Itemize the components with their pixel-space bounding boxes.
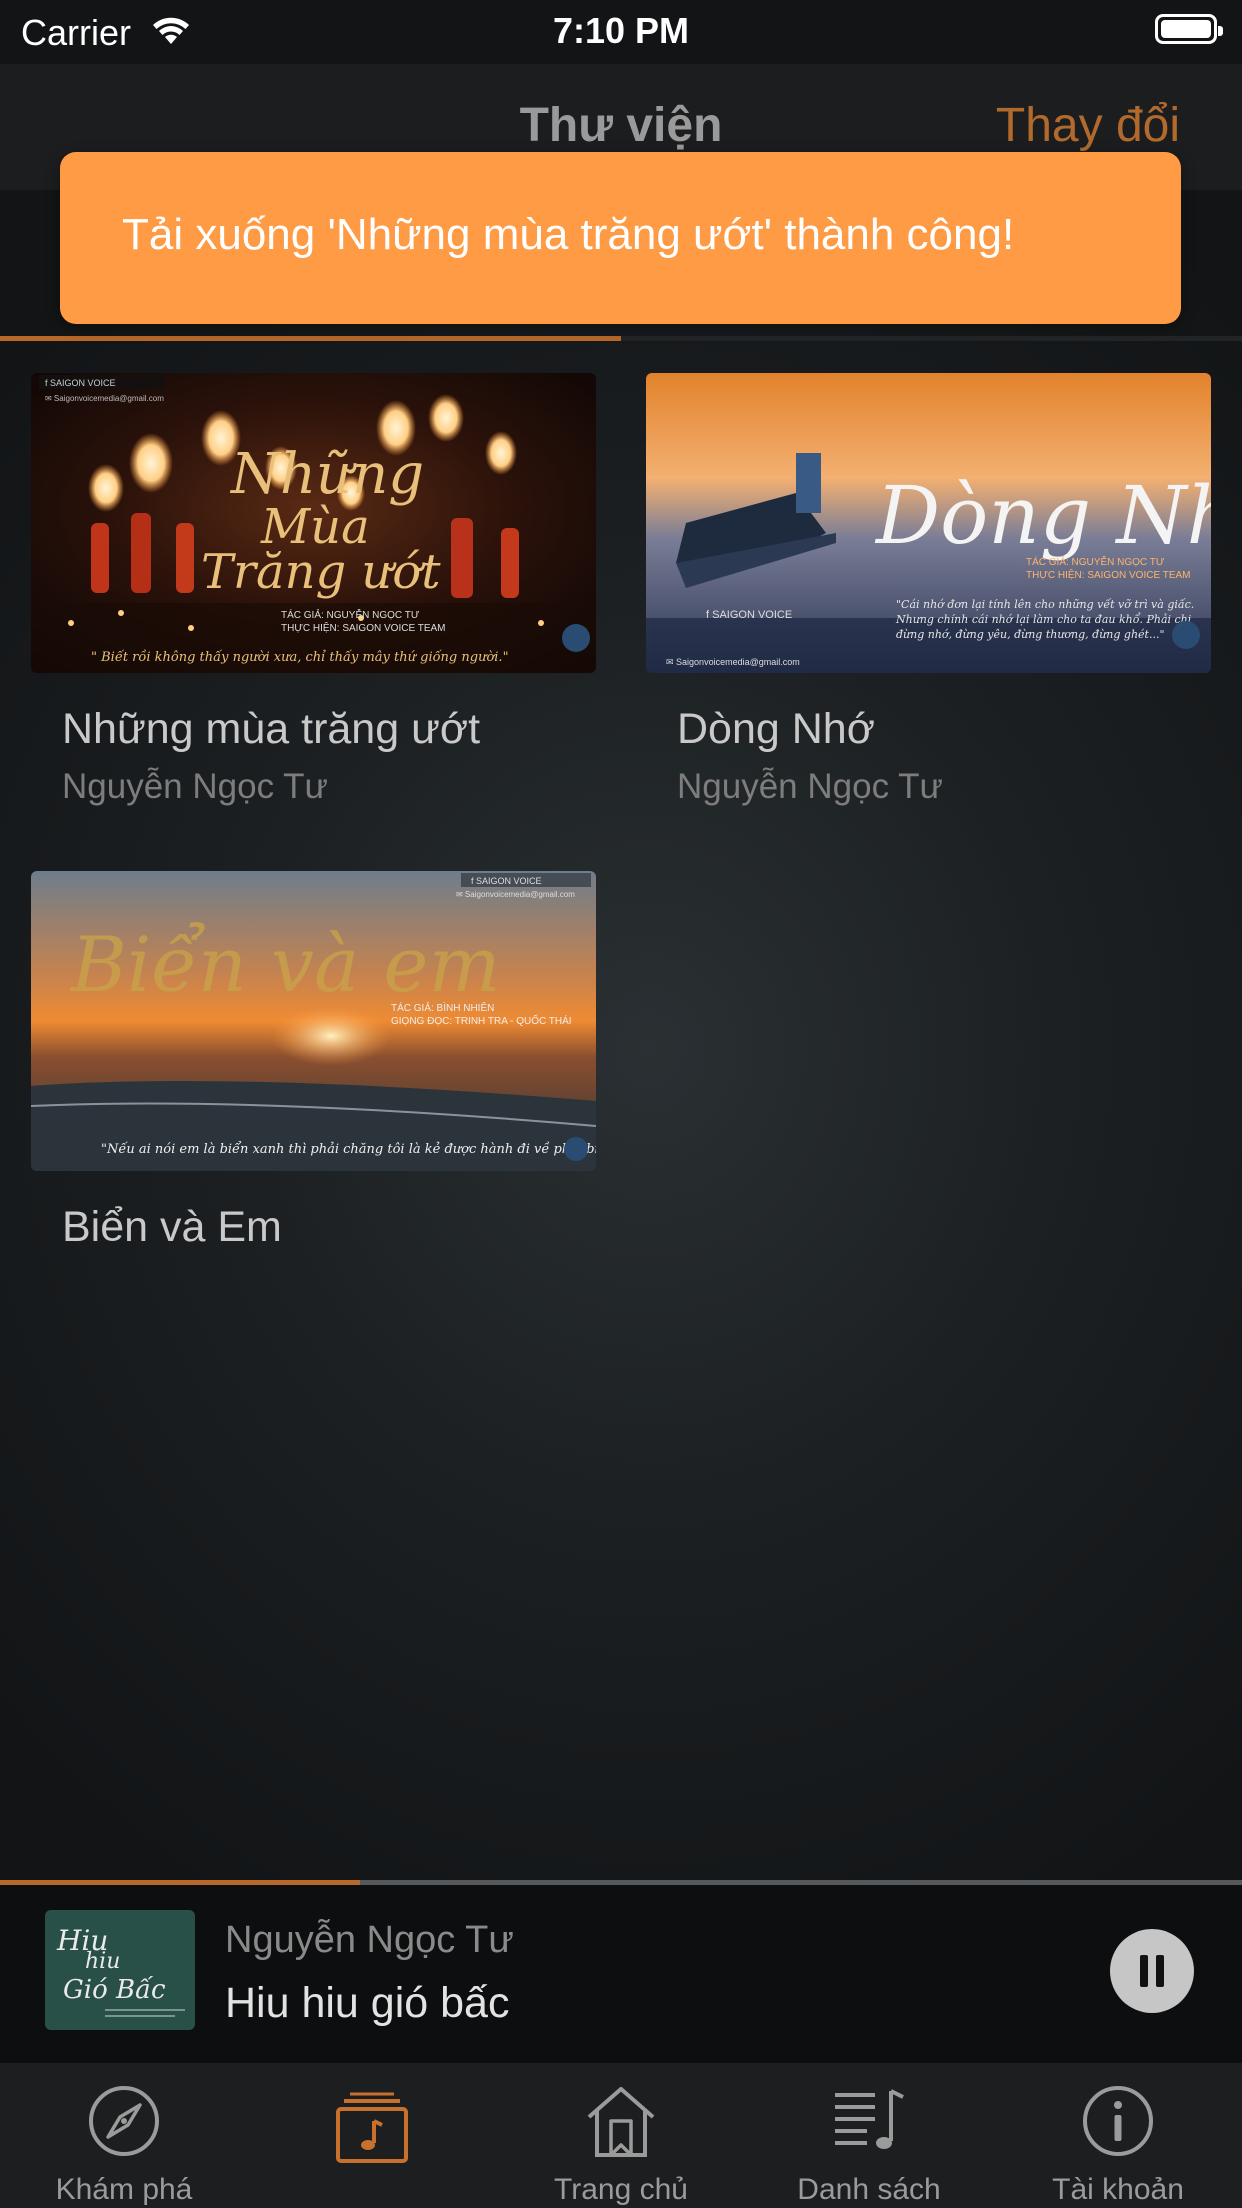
- tab-label: Tài khoản: [1052, 2173, 1184, 2206]
- pause-icon: [1140, 1955, 1148, 1987]
- cover-script-title: Biển và em: [69, 920, 500, 1009]
- svg-text:TÁC GIẢ: NGUYỄN NGỌC TƯ: TÁC GIẢ: NGUYỄN NGỌC TƯ: [1026, 555, 1165, 568]
- svg-text:GIỌNG ĐỌC: TRINH TRA - QUỐC TH: GIỌNG ĐỌC: TRINH TRA - QUỐC THÁI: [391, 1013, 572, 1027]
- download-success-toast[interactable]: Tải xuống 'Những mùa trăng ướt' thành cô…: [60, 152, 1181, 324]
- item-title: Dòng Nhớ: [677, 705, 875, 753]
- cover-image: Những Mùa Trăng ướt TÁC GIẢ: NGUYỄN NGỌC…: [31, 373, 596, 673]
- pause-button[interactable]: [1110, 1929, 1194, 2013]
- tab-kham-pha[interactable]: Khám phá: [0, 2063, 248, 2208]
- svg-text:TÁC GIẢ: NGUYỄN NGỌC TƯ: TÁC GIẢ: NGUYỄN NGỌC TƯ: [281, 608, 420, 621]
- svg-text:✉ Saigonvoicemedia@gmail.com: ✉ Saigonvoicemedia@gmail.com: [456, 890, 575, 899]
- segment-active-indicator: [0, 336, 621, 341]
- svg-text:f SAIGON VOICE: f SAIGON VOICE: [45, 378, 116, 388]
- svg-text:TÁC GIẢ: BÌNH NHIÊN: TÁC GIẢ: BÌNH NHIÊN: [391, 1001, 494, 1014]
- svg-text:THỰC HIỆN: SAIGON VOICE TEAM: THỰC HIỆN: SAIGON VOICE TEAM: [1026, 568, 1191, 581]
- cover-image: Biển và em TÁC GIẢ: BÌNH NHIÊN GIỌNG ĐỌC…: [31, 871, 596, 1171]
- music-library-icon: [336, 2092, 408, 2163]
- svg-text:Nhưng chính cái nhớ lại làm ch: Nhưng chính cái nhớ lại làm cho ta đau k…: [895, 613, 1191, 626]
- svg-text:"Nếu ai nói em là biển xanh th: "Nếu ai nói em là biển xanh thì phải chă…: [101, 1141, 596, 1157]
- svg-text:f SAIGON VOICE: f SAIGON VOICE: [471, 876, 542, 886]
- svg-text:đừng nhớ, đừng yêu, đừng thươn: đừng nhớ, đừng yêu, đừng thương, đừng gh…: [896, 628, 1165, 641]
- toast-message: Tải xuống 'Những mùa trăng ướt' thành cô…: [122, 210, 1015, 259]
- player-song-title: Hiu hiu gió bấc: [225, 1979, 510, 2027]
- svg-text:"Cái nhớ đơn lại tính lên cho: "Cái nhớ đơn lại tính lên cho những vết …: [896, 598, 1194, 611]
- svg-text:hiu: hiu: [85, 1949, 120, 1974]
- player-artwork: Hiu hiu Gió Bấc: [45, 1910, 195, 2030]
- battery-icon: [1155, 14, 1223, 44]
- svg-text:✉ Saigonvoicemedia@gmail.com: ✉ Saigonvoicemedia@gmail.com: [45, 394, 164, 403]
- status-bar: Carrier 7:10 PM: [0, 0, 1242, 64]
- cover-image: Dòng Nhớ TÁC GIẢ: NGUYỄN NGỌC TƯ THỰC HI…: [646, 373, 1211, 673]
- svg-text:" Biết rồi không thấy người xư: " Biết rồi không thấy người xưa, chỉ thấ…: [91, 649, 509, 665]
- tab-danh-sach[interactable]: Danh sách: [745, 2063, 993, 2208]
- playlist-icon: [835, 2089, 904, 2149]
- item-author: Nguyễn Ngọc Tư: [62, 767, 328, 806]
- home-icon: [587, 2087, 655, 2157]
- tab-label: Danh sách: [797, 2173, 941, 2206]
- svg-text:Gió Bấc: Gió Bấc: [63, 1975, 166, 2005]
- edit-button[interactable]: Thay đổi: [996, 98, 1180, 153]
- svg-text:Trăng ướt: Trăng ướt: [201, 544, 441, 600]
- tab-tai-khoan[interactable]: Tài khoản: [994, 2063, 1242, 2208]
- tab-label: Trang chủ: [554, 2173, 688, 2206]
- tab-bar: Khám phá Trang chủ Danh sách Tài khoản: [0, 2063, 1242, 2208]
- svg-text:THỰC HIỆN: SAIGON VOICE TEAM: THỰC HIỆN: SAIGON VOICE TEAM: [281, 621, 446, 634]
- item-title: Biển và Em: [62, 1203, 282, 1251]
- mini-player[interactable]: Hiu hiu Gió Bấc Nguyễn Ngọc Tư Hiu hiu g…: [0, 1885, 1242, 2063]
- cover-script-title: Những: [229, 442, 424, 507]
- item-author: Nguyễn Ngọc Tư: [677, 767, 943, 806]
- svg-text:✉ Saigonvoicemedia@gmail.com: ✉ Saigonvoicemedia@gmail.com: [666, 657, 800, 667]
- tab-label: Khám phá: [55, 2173, 193, 2206]
- item-title: Những mùa trăng ướt: [62, 705, 481, 753]
- tab-trang-chu[interactable]: Trang chủ: [497, 2063, 745, 2208]
- cover-script-title: Dòng Nhớ: [874, 469, 1211, 562]
- compass-icon: [89, 2086, 159, 2156]
- svg-text:f SAIGON VOICE: f SAIGON VOICE: [706, 609, 792, 621]
- player-artist: Nguyễn Ngọc Tư: [225, 1919, 514, 1961]
- info-icon: [1083, 2086, 1153, 2156]
- tab-library[interactable]: [248, 2063, 496, 2208]
- clock: 7:10 PM: [552, 10, 690, 51]
